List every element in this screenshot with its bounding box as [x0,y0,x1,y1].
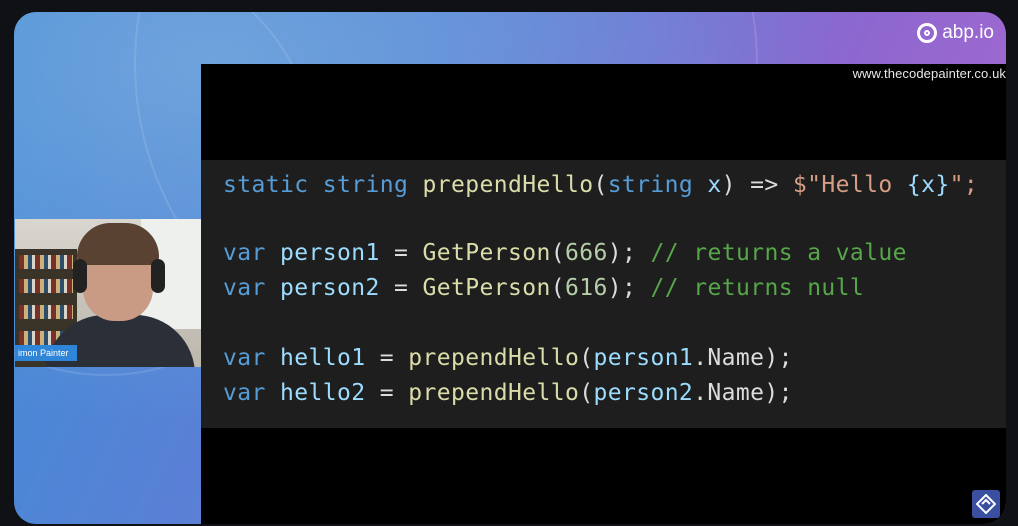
code-token: var [223,240,280,266]
code-token: 666 [564,240,608,266]
headphone-right [151,259,165,293]
code-line: var person1 = GetPerson(666); // returns… [223,240,907,266]
code-token: {x} [906,172,950,198]
code-token: ); [607,240,651,266]
code-token: ( [550,240,565,266]
code-token: person1 [280,240,380,266]
code-token: x [707,172,722,198]
code-token: .Name); [693,380,793,406]
code-token: ( [579,345,594,371]
code-token: GetPerson [422,275,551,301]
code-token: ); [607,275,651,301]
code-token: = [365,345,409,371]
headphone-left [73,259,87,293]
code-panel: static string prependHello(string x) => … [201,160,1006,428]
code-token: GetPerson [422,240,551,266]
code-token: = [365,380,409,406]
abp-logo-text: abp.io [942,22,994,43]
code-token: string [322,172,423,198]
code-token: var [223,275,280,301]
code-token: = [379,275,423,301]
code-token: = [379,240,423,266]
code-token: prependHello [408,345,580,371]
code-token: var [223,380,280,406]
code-token: hello2 [280,380,366,406]
abp-logo-icon [917,23,938,43]
code-line: static string prependHello(string x) => … [223,172,978,198]
code-token: hello1 [280,345,366,371]
code-token: var [223,345,280,371]
speaker-webcam: imon Painter [15,219,201,367]
website-url: www.thecodepainter.co.uk [852,66,1006,81]
code-token: string [607,172,708,198]
code-token: ( [593,172,608,198]
presenter-brand-icon [972,490,1000,518]
code-token: prependHello [408,380,580,406]
code-token: // returns a value [650,240,907,266]
code-token: $"Hello [792,172,907,198]
code-line: var person2 = GetPerson(616); // returns… [223,275,864,301]
code-token: prependHello [422,172,594,198]
shared-slide: www.thecodepainter.co.uk static string p… [201,64,1006,524]
code-token: ( [579,380,594,406]
code-token: ) => [721,172,793,198]
code-token: person2 [593,380,694,406]
code-token: static [223,172,323,198]
code-token: "; [949,172,979,198]
code-token: person2 [280,275,380,301]
code-token: // returns null [650,275,865,301]
code-line: var hello1 = prependHello(person1.Name); [223,345,793,371]
abp-logo: abp.io [917,22,994,44]
code-token: ( [550,275,565,301]
presentation-stage: abp.io www.thecodepainter.co.uk static s… [14,12,1006,524]
code-token: person1 [593,345,694,371]
code-token: .Name); [693,345,793,371]
speaker-nameplate: imon Painter [15,345,77,361]
code-line: var hello2 = prependHello(person2.Name); [223,380,793,406]
code-token: 616 [564,275,608,301]
